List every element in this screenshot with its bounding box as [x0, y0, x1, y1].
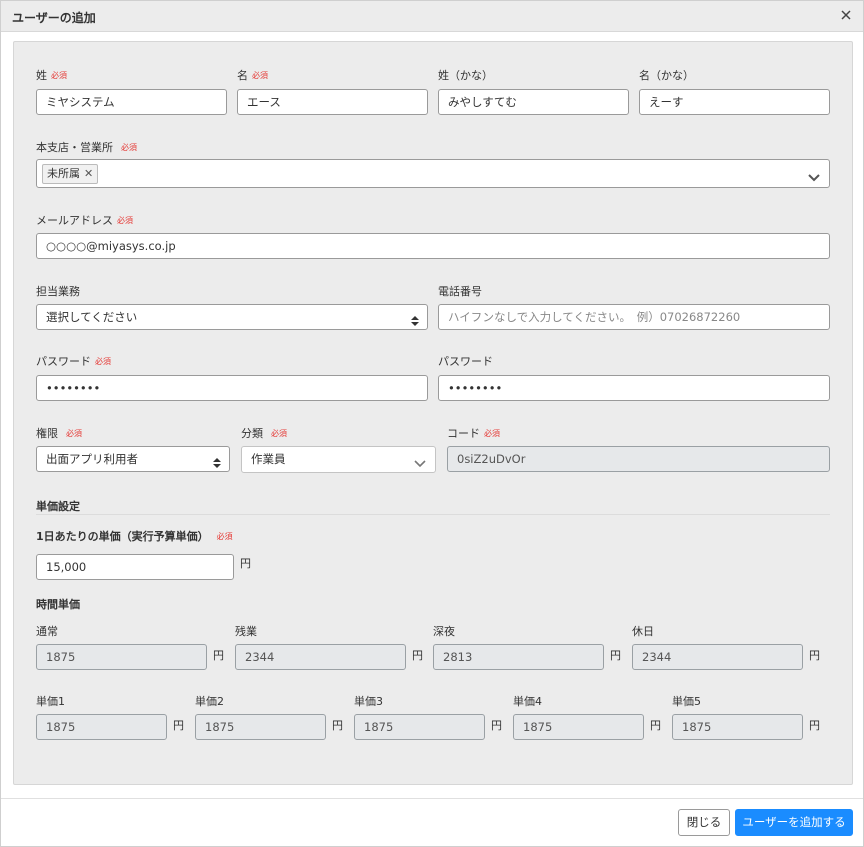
password-input[interactable]: ••••••••: [36, 375, 428, 401]
extra-price-5-input: 1875: [672, 714, 803, 740]
dialog-title: ユーザーの追加: [12, 11, 96, 25]
hourly-price-title: 時間単価: [36, 598, 80, 611]
authority-select-value: 出面アプリ利用者: [46, 452, 138, 466]
code-input: 0siZ2uDvOr: [447, 446, 830, 472]
category-select[interactable]: 作業員: [241, 446, 436, 473]
daily-price-input[interactable]: 15,000: [36, 554, 234, 580]
category-select-value: 作業員: [251, 452, 286, 466]
extra-price-3-input: 1875: [354, 714, 485, 740]
hourly-normal-unit: 円: [213, 649, 224, 662]
daily-price-label: 1日あたりの単価（実行予算単価） 必須: [36, 530, 233, 543]
extra-price-5-label: 単価5: [672, 695, 701, 708]
sei-kana-input[interactable]: みやしすてむ: [438, 89, 629, 115]
required-mark: 必須: [216, 532, 233, 541]
mei-label: 名必須: [237, 69, 268, 82]
extra-price-2-label: 単価2: [195, 695, 224, 708]
add-user-button[interactable]: ユーザーを追加する: [735, 809, 853, 836]
required-mark: 必須: [271, 429, 287, 438]
hourly-holiday-unit: 円: [809, 649, 820, 662]
duty-select-value: 選択してください: [46, 310, 138, 324]
select-arrows-icon: [213, 453, 221, 468]
hourly-normal-label: 通常: [36, 625, 58, 638]
extra-price-1-label: 単価1: [36, 695, 65, 708]
extra-price-2-unit: 円: [332, 719, 343, 732]
sei-label: 姓必須: [36, 69, 67, 82]
sei-input[interactable]: ミヤシステム: [36, 89, 227, 115]
duty-label: 担当業務: [36, 285, 80, 298]
required-mark: 必須: [95, 357, 111, 366]
phone-input[interactable]: ハイフンなしで入力してください。 例）07026872260: [438, 304, 830, 330]
phone-label: 電話番号: [438, 285, 482, 298]
required-mark: 必須: [117, 216, 133, 225]
sei-kana-label: 姓（かな）: [438, 69, 493, 82]
extra-price-3-label: 単価3: [354, 695, 383, 708]
hourly-holiday-label: 休日: [632, 625, 654, 638]
unit-price-section-title: 単価設定: [36, 500, 80, 513]
extra-price-4-unit: 円: [650, 719, 661, 732]
required-mark: 必須: [484, 429, 500, 438]
select-arrows-icon: [411, 311, 419, 326]
extra-price-2-input: 1875: [195, 714, 326, 740]
extra-price-5-unit: 円: [809, 719, 820, 732]
add-user-dialog: ユーザーの追加 姓必須 ミヤシステム 名必須 エース 姓（かな） みやしすてむ …: [0, 0, 864, 847]
hourly-normal-input: 1875: [36, 644, 207, 670]
close-icon[interactable]: [837, 6, 855, 24]
hourly-holiday-input: 2344: [632, 644, 803, 670]
password-confirm-label: パスワード: [438, 355, 493, 368]
required-mark: 必須: [252, 71, 268, 80]
dialog-titlebar: ユーザーの追加: [1, 1, 863, 32]
form-panel: [13, 41, 853, 785]
password-label: パスワード 必須: [36, 355, 111, 368]
daily-price-unit: 円: [240, 557, 251, 570]
duty-select[interactable]: 選択してください: [36, 304, 428, 330]
email-input[interactable]: ○○○○@miyasys.co.jp: [36, 233, 830, 259]
branch-tag: 未所属 ✕: [42, 164, 99, 184]
extra-price-4-label: 単価4: [513, 695, 542, 708]
branch-tag-label: 未所属: [47, 167, 80, 180]
extra-price-1-unit: 円: [173, 719, 184, 732]
authority-label: 権限 必須: [36, 427, 82, 440]
mei-kana-label: 名（かな）: [639, 69, 694, 82]
branch-label: 本支店・営業所 必須: [36, 141, 137, 154]
hourly-night-input: 2813: [433, 644, 604, 670]
mei-input[interactable]: エース: [237, 89, 428, 115]
close-button[interactable]: 閉じる: [678, 809, 730, 836]
mei-kana-input[interactable]: えーす: [639, 89, 830, 115]
hourly-overtime-label: 残業: [235, 625, 257, 638]
tag-remove-icon[interactable]: ✕: [84, 167, 93, 180]
required-mark: 必須: [66, 429, 82, 438]
extra-price-3-unit: 円: [491, 719, 502, 732]
hourly-night-label: 深夜: [433, 625, 455, 638]
required-mark: 必須: [121, 143, 137, 152]
footer-divider: [1, 798, 863, 799]
category-label: 分類 必須: [241, 427, 287, 440]
extra-price-4-input: 1875: [513, 714, 644, 740]
hourly-overtime-input: 2344: [235, 644, 406, 670]
email-label: メールアドレス 必須: [36, 214, 133, 227]
branch-multiselect[interactable]: 未所属 ✕: [36, 159, 830, 188]
extra-price-1-input: 1875: [36, 714, 167, 740]
hourly-overtime-unit: 円: [412, 649, 423, 662]
code-label: コード 必須: [447, 427, 500, 440]
chevron-down-icon[interactable]: [807, 168, 821, 182]
authority-select[interactable]: 出面アプリ利用者: [36, 446, 230, 472]
password-confirm-input[interactable]: ••••••••: [438, 375, 830, 401]
chevron-down-icon: [413, 454, 427, 468]
section-divider: [36, 514, 830, 515]
required-mark: 必須: [51, 71, 67, 80]
hourly-night-unit: 円: [610, 649, 621, 662]
